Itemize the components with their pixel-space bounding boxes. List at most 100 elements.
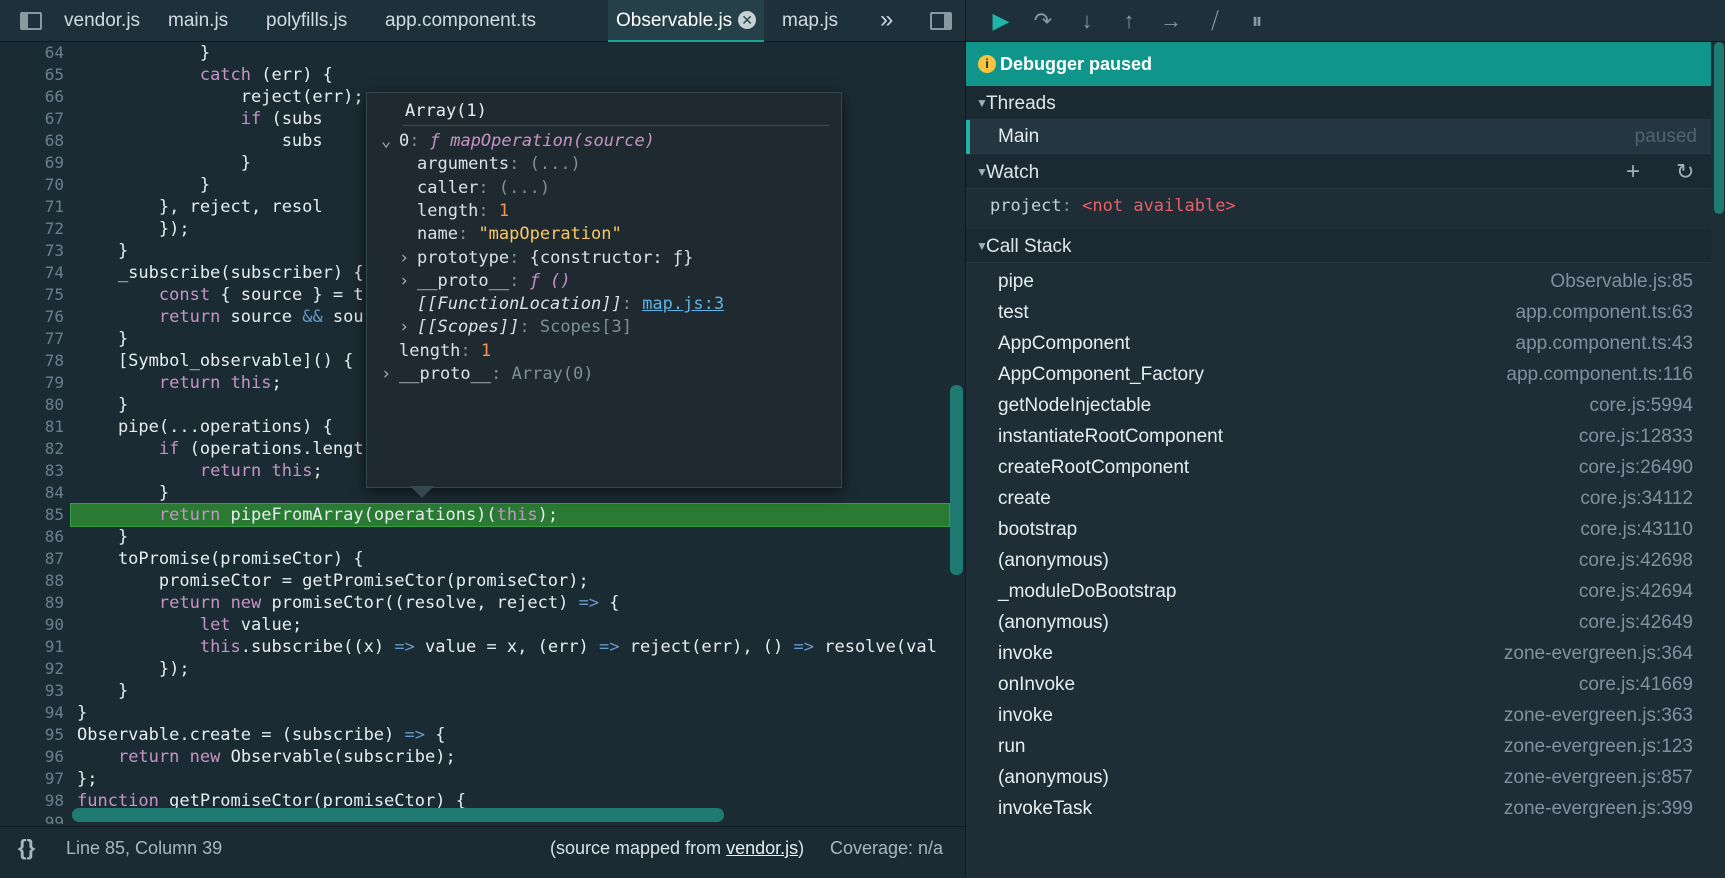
step-out-icon[interactable]: ↑ (1116, 8, 1142, 34)
tab-map-js[interactable]: map.js (774, 0, 846, 42)
toggle-navigator-icon[interactable] (20, 12, 42, 30)
call-frame-location[interactable]: core.js:41669 (1579, 668, 1693, 702)
sidebar-scrollbar[interactable] (1714, 42, 1724, 214)
call-frame-location[interactable]: core.js:5994 (1589, 389, 1693, 423)
call-frame-location[interactable]: core.js:12833 (1579, 420, 1693, 454)
call-frame-location[interactable]: core.js:26490 (1579, 451, 1693, 485)
line-number[interactable]: 76 (0, 306, 68, 328)
call-frame-row[interactable]: invoke zone-evergreen.js:363 (966, 699, 1711, 733)
line-number[interactable]: 91 (0, 636, 68, 658)
call-frame-location[interactable]: Observable.js:85 (1550, 265, 1693, 299)
call-frame-location[interactable]: zone-evergreen.js:399 (1504, 792, 1693, 826)
popover-row[interactable]: › __proto__: Array(0) (381, 362, 594, 386)
popover-row[interactable]: › __proto__: ƒ () (399, 269, 571, 293)
call-stack-section-header[interactable]: ▼Call Stack (966, 229, 1711, 263)
expand-arrow-icon[interactable]: ⌄ (381, 129, 399, 153)
call-frame-location[interactable]: core.js:43110 (1580, 513, 1693, 547)
expand-arrow-icon[interactable]: › (399, 315, 417, 339)
popover-row[interactable]: name: "mapOperation" (399, 222, 622, 246)
call-frame-row[interactable]: test app.component.ts:63 (966, 296, 1711, 330)
popover-row[interactable]: › prototype: {constructor: ƒ} (399, 246, 693, 270)
vertical-scrollbar[interactable] (950, 385, 963, 575)
call-frame-row[interactable]: onInvoke core.js:41669 (966, 668, 1711, 702)
thread-row-main[interactable]: Main paused (966, 120, 1711, 154)
deactivate-breakpoints-icon[interactable]: ⧸ (1202, 8, 1228, 34)
step-icon[interactable]: → (1158, 8, 1184, 34)
line-number[interactable]: 82 (0, 438, 68, 460)
pause-on-exceptions-icon[interactable]: ⏸ (1244, 8, 1270, 34)
line-number[interactable]: 78 (0, 350, 68, 372)
line-number[interactable]: 80 (0, 394, 68, 416)
line-number[interactable]: 86 (0, 526, 68, 548)
line-number[interactable]: 89 (0, 592, 68, 614)
popover-row[interactable]: ⌄ 0: ƒ mapOperation(source) (381, 129, 655, 153)
resume-icon[interactable]: ▶ (988, 8, 1014, 34)
call-frame-row[interactable]: (anonymous) core.js:42698 (966, 544, 1711, 578)
source-mapped-link[interactable]: vendor.js (726, 838, 798, 858)
call-frame-location[interactable]: core.js:42698 (1579, 544, 1693, 578)
call-frame-row[interactable]: _moduleDoBootstrap core.js:42694 (966, 575, 1711, 609)
call-frame-location[interactable]: zone-evergreen.js:123 (1504, 730, 1693, 764)
call-frame-row[interactable]: bootstrap core.js:43110 (966, 513, 1711, 547)
call-frame-row[interactable]: AppComponent app.component.ts:43 (966, 327, 1711, 361)
call-frame-location[interactable]: zone-evergreen.js:363 (1504, 699, 1693, 733)
pretty-print-button[interactable]: {} (18, 827, 35, 869)
call-frame-row[interactable]: pipe Observable.js:85 (966, 265, 1711, 299)
call-frame-location[interactable]: core.js:34112 (1580, 482, 1693, 516)
call-frame-location[interactable]: app.component.ts:63 (1516, 296, 1693, 330)
tab-vendor-js[interactable]: vendor.js (56, 0, 148, 42)
add-watch-icon[interactable]: + (1626, 155, 1640, 189)
call-frame-row[interactable]: AppComponent_Factory app.component.ts:116 (966, 358, 1711, 392)
call-frame-row[interactable]: (anonymous) zone-evergreen.js:857 (966, 761, 1711, 795)
call-frame-row[interactable]: invoke zone-evergreen.js:364 (966, 637, 1711, 671)
call-frame-row[interactable]: create core.js:34112 (966, 482, 1711, 516)
call-frame-location[interactable]: core.js:42694 (1579, 575, 1693, 609)
horizontal-scrollbar[interactable] (72, 808, 724, 822)
call-frame-row[interactable]: invokeTask zone-evergreen.js:399 (966, 792, 1711, 826)
line-number[interactable]: 81 (0, 416, 68, 438)
threads-section-header[interactable]: ▼Threads (966, 86, 1711, 120)
tab-app-component-ts[interactable]: app.component.ts (377, 0, 544, 42)
value-popover[interactable]: Array(1) ⌄ 0: ƒ mapOperation(source) argum… (366, 92, 842, 488)
line-number[interactable]: 77 (0, 328, 68, 350)
line-number[interactable]: 69 (0, 152, 68, 174)
line-number[interactable]: 72 (0, 218, 68, 240)
line-number[interactable]: 95 (0, 724, 68, 746)
line-number[interactable]: 98 (0, 790, 68, 812)
line-number[interactable]: 87 (0, 548, 68, 570)
popover-row[interactable]: arguments: (...) (399, 152, 581, 176)
watch-section-header[interactable]: ▼Watch + ↻ (966, 155, 1711, 189)
line-number[interactable]: 71 (0, 196, 68, 218)
line-number[interactable]: 96 (0, 746, 68, 768)
line-number[interactable]: 88 (0, 570, 68, 592)
toggle-debugger-icon[interactable] (930, 12, 952, 30)
line-number[interactable]: 99 (0, 812, 68, 824)
expand-arrow-icon[interactable]: › (399, 246, 417, 270)
close-icon[interactable]: ✕ (738, 11, 757, 29)
tab-observable-js[interactable]: Observable.js ✕ (608, 0, 765, 42)
line-number[interactable]: 92 (0, 658, 68, 680)
popover-value[interactable]: map.js:3 (642, 294, 724, 314)
line-number[interactable]: 83 (0, 460, 68, 482)
line-number[interactable]: 93 (0, 680, 68, 702)
call-frame-row[interactable]: createRootComponent core.js:26490 (966, 451, 1711, 485)
line-number[interactable]: 84 (0, 482, 68, 504)
expand-arrow-icon[interactable]: › (381, 362, 399, 386)
call-frame-location[interactable]: app.component.ts:116 (1506, 358, 1693, 392)
line-number[interactable]: 85 (0, 504, 68, 526)
step-into-icon[interactable]: ↓ (1074, 8, 1100, 34)
watch-expression[interactable]: project: <not available> (990, 193, 1236, 219)
popover-row[interactable]: length: 1 (381, 339, 491, 363)
step-over-icon[interactable]: ↷ (1030, 8, 1056, 34)
popover-row[interactable]: [[FunctionLocation]]: map.js:3 (399, 292, 724, 316)
line-number[interactable]: 64 (0, 42, 68, 64)
tab-polyfills-js[interactable]: polyfills.js (258, 0, 355, 42)
call-frame-row[interactable]: (anonymous) core.js:42649 (966, 606, 1711, 640)
line-number[interactable]: 97 (0, 768, 68, 790)
call-frame-row[interactable]: run zone-evergreen.js:123 (966, 730, 1711, 764)
line-number[interactable]: 66 (0, 86, 68, 108)
line-number[interactable]: 74 (0, 262, 68, 284)
line-number[interactable]: 73 (0, 240, 68, 262)
line-number[interactable]: 94 (0, 702, 68, 724)
expand-arrow-icon[interactable]: › (399, 269, 417, 293)
